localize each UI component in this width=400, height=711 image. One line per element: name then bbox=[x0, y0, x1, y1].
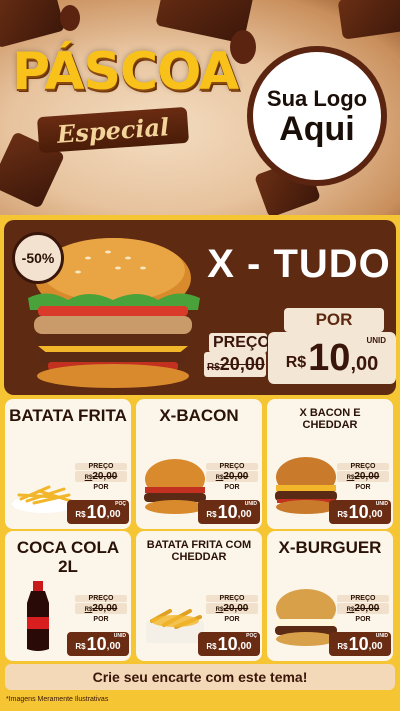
price-cents: ,00 bbox=[350, 352, 379, 375]
price-integer: 10 bbox=[86, 633, 107, 654]
price-tag: PREÇO R$20,00 POR bbox=[337, 463, 389, 491]
old-price-value: 20,00 bbox=[354, 471, 380, 482]
price-cents: ,00 bbox=[237, 509, 252, 520]
product-name: BATATA FRITA COM CHEDDAR bbox=[146, 539, 252, 564]
price-unit: POÇ bbox=[115, 501, 126, 507]
feature-title: X - TUDO bbox=[207, 242, 391, 286]
price-cents: ,00 bbox=[106, 509, 121, 520]
product-name: X-BURGUER bbox=[278, 538, 382, 557]
product-name: BATATA FRITA bbox=[9, 406, 127, 425]
product-name: X-BACON bbox=[159, 406, 239, 425]
price-cents: ,00 bbox=[237, 641, 252, 652]
old-price: R$20,00 bbox=[204, 352, 266, 377]
price-integer: 10 bbox=[217, 501, 238, 522]
price-box: R$ 10,00 UNID bbox=[198, 500, 260, 524]
old-price: R$20,00 bbox=[206, 471, 258, 482]
logo-line-2: Aqui bbox=[279, 110, 355, 148]
price-tag: PREÇO R$20,00 POR bbox=[337, 595, 389, 623]
product-card[interactable]: X-BURGUER PREÇO R$20,00 POR R$ 10,00 UNID bbox=[267, 531, 393, 661]
old-price-value: 20,00 bbox=[92, 603, 118, 614]
price-tag: PREÇO R$20,00 POR bbox=[75, 463, 127, 491]
price-tag: PREÇO R$20,00 POR bbox=[206, 595, 258, 623]
price-tag: PREÇO R$20,00 POR bbox=[75, 595, 127, 623]
product-card[interactable]: BATATA FRITA COM CHEDDAR PREÇO R$20,00 POR R… bbox=[136, 531, 262, 661]
price-integer: 10 bbox=[308, 336, 351, 379]
price-currency: R$ bbox=[75, 509, 86, 519]
price-box: R$ 10,00 UNID bbox=[329, 632, 391, 656]
price-cents: ,00 bbox=[368, 641, 383, 652]
price-unit: UNID bbox=[244, 501, 257, 507]
por-label: POR bbox=[224, 484, 240, 491]
flyer: PÁSCOA Especial Sua Logo Aqui -50% X - T… bbox=[0, 0, 400, 711]
pascoa-title: PÁSCOA bbox=[12, 42, 239, 102]
especial-ribbon: Especial bbox=[36, 106, 190, 154]
price-currency: R$ bbox=[285, 354, 307, 371]
price-unit: UNID bbox=[375, 633, 388, 639]
por-label: POR bbox=[93, 616, 109, 623]
por-label: POR bbox=[355, 484, 371, 491]
preco-label: PREÇO bbox=[75, 463, 127, 470]
discount-badge: -50% bbox=[12, 232, 64, 284]
por-label: POR bbox=[224, 616, 240, 623]
price-unit: UNID bbox=[366, 336, 386, 345]
product-name: COCA COLA 2L bbox=[16, 538, 120, 576]
price-currency: R$ bbox=[337, 641, 348, 651]
por-label: POR bbox=[284, 308, 384, 332]
preco-label: PREÇO bbox=[337, 463, 389, 470]
price-currency: R$ bbox=[206, 641, 217, 651]
chocolate-piece bbox=[337, 0, 400, 40]
price-cents: ,00 bbox=[106, 641, 121, 652]
footnote: *Imagens Meramente Ilustrativas bbox=[6, 696, 109, 703]
price-integer: 10 bbox=[348, 633, 369, 654]
preco-label: PREÇO bbox=[209, 333, 270, 353]
price-box: R$ 10,00 POÇ bbox=[198, 632, 260, 656]
price-tag: PREÇO R$20,00 POR bbox=[206, 463, 258, 491]
price-integer: 10 bbox=[348, 501, 369, 522]
product-card[interactable]: X-BACON PREÇO R$20,00 POR R$ 10,00 UNID bbox=[136, 399, 262, 529]
preco-label: PREÇO bbox=[337, 595, 389, 602]
old-price-value: 20,00 bbox=[223, 471, 249, 482]
product-name: X BACON E CHEDDAR bbox=[299, 407, 361, 432]
old-price-currency: R$ bbox=[207, 362, 220, 373]
old-price-value: 20,00 bbox=[92, 471, 118, 482]
logo-line-1: Sua Logo bbox=[266, 86, 368, 111]
price-box: R$ 10,00 UNID bbox=[329, 500, 391, 524]
old-price: R$20,00 bbox=[75, 603, 127, 614]
logo-placeholder[interactable]: Sua Logo Aqui bbox=[247, 46, 387, 186]
old-price: R$20,00 bbox=[206, 603, 258, 614]
product-card[interactable]: BATATA FRITA PREÇO R$20,00 POR R$ 10,00 POÇ bbox=[5, 399, 131, 529]
old-price-value: 20,00 bbox=[223, 603, 249, 614]
chocolate-piece bbox=[0, 0, 66, 49]
old-price: R$20,00 bbox=[337, 471, 389, 482]
featured-product[interactable]: -50% X - TUDO POR PREÇO R$20,00 R$ 10 ,0… bbox=[4, 220, 396, 395]
product-card[interactable]: COCA COLA 2L PREÇO R$20,00 POR R$ 10,00 UNID bbox=[5, 531, 131, 661]
price-currency: R$ bbox=[206, 509, 217, 519]
price-unit: POÇ bbox=[246, 633, 257, 639]
price-currency: R$ bbox=[75, 641, 86, 651]
preco-label: PREÇO bbox=[75, 595, 127, 602]
old-price-value: 20,00 bbox=[354, 603, 380, 614]
preco-label: PREÇO bbox=[206, 595, 258, 602]
price-box: R$ 10,00 POÇ bbox=[67, 500, 129, 524]
price-integer: 10 bbox=[217, 633, 238, 654]
price-box: R$ 10 ,00 UNID bbox=[268, 332, 396, 384]
especial-label: Especial bbox=[55, 111, 170, 149]
por-label: POR bbox=[93, 484, 109, 491]
preco-label: PREÇO bbox=[206, 463, 258, 470]
price-unit: UNID bbox=[375, 501, 388, 507]
price-box: R$ 10,00 UNID bbox=[67, 632, 129, 656]
old-price: R$20,00 bbox=[337, 603, 389, 614]
old-price: R$20,00 bbox=[75, 471, 127, 482]
old-price-value: 20,00 bbox=[219, 354, 265, 374]
chocolate-drip bbox=[60, 5, 80, 31]
header-banner: PÁSCOA Especial Sua Logo Aqui bbox=[0, 0, 400, 215]
price-integer: 10 bbox=[86, 501, 107, 522]
price-unit: UNID bbox=[113, 633, 126, 639]
por-label: POR bbox=[355, 616, 371, 623]
price-cents: ,00 bbox=[368, 509, 383, 520]
product-card[interactable]: X BACON E CHEDDAR PREÇO R$20,00 POR R$ 10,00 U… bbox=[267, 399, 393, 529]
price-currency: R$ bbox=[337, 509, 348, 519]
cta-banner[interactable]: Crie seu encarte com este tema! bbox=[5, 664, 395, 690]
